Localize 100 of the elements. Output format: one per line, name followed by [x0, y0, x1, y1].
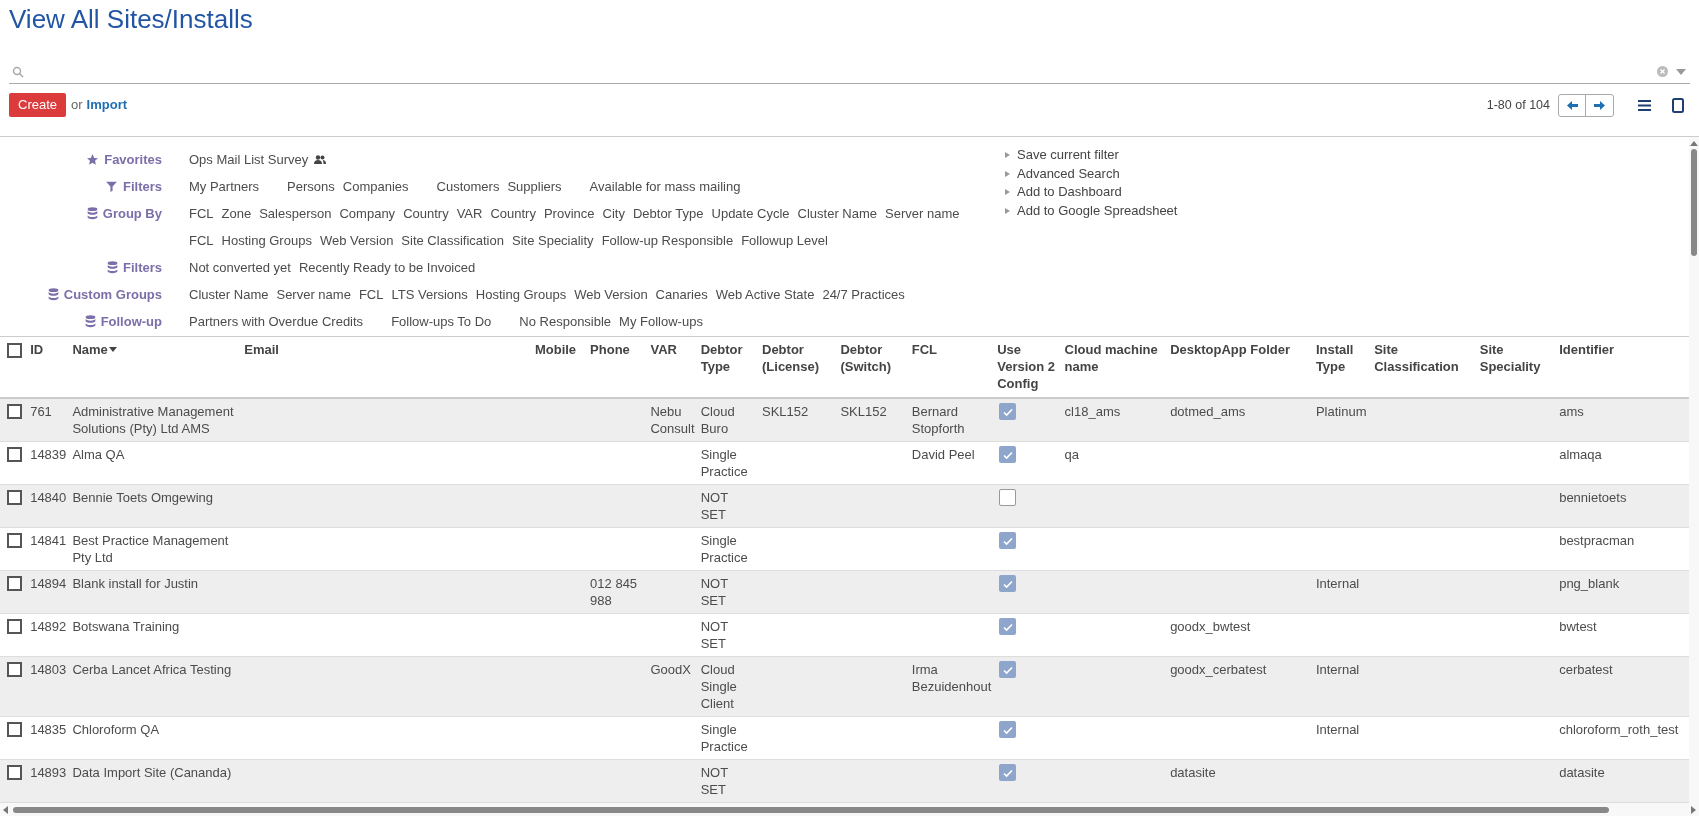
card-view-icon[interactable] — [1672, 97, 1684, 113]
column-header[interactable]: Debtor Type — [700, 341, 758, 375]
filter-option[interactable]: Cluster Name — [189, 281, 269, 308]
row-checkbox[interactable] — [7, 404, 22, 419]
filter-option[interactable]: Country — [490, 200, 536, 227]
filter-option[interactable]: Web Version — [574, 281, 648, 308]
config-checkbox[interactable] — [999, 446, 1017, 463]
filter-option[interactable]: FCL — [189, 227, 214, 254]
column-header[interactable]: Site Classification — [1374, 341, 1476, 375]
filter-option[interactable]: Debtor Type — [632, 200, 704, 227]
filter-option[interactable]: Hosting Groups — [475, 281, 567, 308]
table-cell-text: goodx_bwtest — [1170, 618, 1252, 635]
filter-option[interactable]: Server name — [276, 281, 351, 308]
list-view-icon[interactable] — [1638, 99, 1651, 111]
filter-action-link[interactable]: Save current filter — [1017, 146, 1119, 165]
row-checkbox[interactable] — [7, 576, 22, 591]
column-header[interactable]: Cloud machine name — [1064, 341, 1167, 375]
column-header[interactable]: Debtor (License) — [762, 341, 837, 375]
scroll-left-icon[interactable] — [3, 805, 8, 814]
config-checkbox[interactable] — [999, 575, 1017, 592]
column-header[interactable]: Identifier — [1559, 341, 1686, 358]
table-cell: 14839 — [30, 446, 65, 463]
filter-action-link[interactable]: Add to Dashboard — [1017, 183, 1122, 202]
filter-option[interactable]: Hosting Groups — [221, 227, 312, 254]
column-header[interactable]: Name — [72, 341, 108, 358]
row-checkbox[interactable] — [7, 662, 22, 677]
filter-option[interactable]: VAR — [456, 200, 483, 227]
filter-option[interactable]: Follow-up Responsible — [601, 227, 734, 254]
filter-option[interactable]: No Responsible — [519, 308, 612, 335]
filter-option[interactable]: Available for mass mailing — [589, 173, 741, 200]
filter-option[interactable]: Partners with Overdue Credits — [189, 308, 364, 335]
row-checkbox[interactable] — [7, 619, 22, 634]
filter-option[interactable]: FCL — [358, 281, 384, 308]
table-cell-text: Bennie Toets Omgewing — [72, 489, 215, 506]
filter-option[interactable]: Province — [543, 200, 595, 227]
filter-option[interactable]: Persons — [287, 173, 335, 200]
column-header[interactable]: DesktopApp Folder — [1170, 341, 1312, 358]
column-header[interactable]: FCL — [911, 341, 994, 358]
column-header[interactable]: Site Speciality — [1479, 341, 1556, 375]
row-checkbox[interactable] — [7, 722, 22, 737]
filter-option[interactable]: Web Active State — [715, 281, 815, 308]
filter-option[interactable]: Followup Level — [741, 227, 828, 254]
vertical-scrollbar[interactable] — [1689, 137, 1699, 803]
filter-option[interactable]: My Follow-ups — [619, 308, 703, 335]
config-checkbox[interactable] — [999, 618, 1017, 635]
filter-option[interactable]: Server name — [885, 200, 960, 227]
filter-option[interactable]: Recently Ready to be Invoiced — [298, 254, 476, 281]
row-checkbox[interactable] — [7, 447, 22, 462]
column-header[interactable]: Mobile — [510, 341, 587, 358]
filter-option[interactable]: Cluster Name — [797, 200, 878, 227]
import-link[interactable]: Import — [86, 95, 128, 115]
filter-option[interactable]: Company — [339, 200, 396, 227]
filter-option[interactable]: FCL — [189, 200, 214, 227]
row-checkbox[interactable] — [7, 490, 22, 505]
row-checkbox[interactable] — [7, 765, 22, 780]
select-all-checkbox[interactable] — [7, 343, 22, 358]
filter-option[interactable]: Web Version — [319, 227, 394, 254]
filter-option[interactable]: 24/7 Practices — [822, 281, 905, 308]
scroll-up-icon[interactable] — [1690, 141, 1698, 146]
column-header[interactable]: Phone — [590, 341, 647, 358]
column-header[interactable]: VAR — [650, 341, 697, 358]
filter-option[interactable]: My Partners — [189, 173, 260, 200]
filter-action-link[interactable]: Add to Google Spreadsheet — [1017, 201, 1178, 220]
caret-icon[interactable] — [1676, 68, 1686, 75]
filter-option[interactable]: Suppliers — [507, 173, 562, 200]
filter-action-link[interactable]: Advanced Search — [1017, 164, 1120, 183]
filter-option[interactable]: City — [602, 200, 625, 227]
table-cell-text: Internal — [1315, 721, 1361, 738]
config-checkbox[interactable] — [999, 489, 1017, 506]
config-checkbox[interactable] — [999, 532, 1017, 549]
scroll-right-icon[interactable] — [1691, 805, 1696, 814]
column-header[interactable]: Debtor (Switch) — [840, 341, 908, 375]
filter-option[interactable]: Salesperson — [259, 200, 332, 227]
filter-option[interactable]: Companies — [342, 173, 409, 200]
filter-option[interactable]: Ops Mail List Survey — [189, 146, 309, 173]
table-cell-text: Cloud Buro — [700, 403, 736, 437]
config-checkbox[interactable] — [999, 661, 1017, 678]
filter-option[interactable]: LTS Versions — [391, 281, 468, 308]
horizontal-scrollbar[interactable] — [0, 803, 1699, 816]
filter-option[interactable]: Site Speciality — [511, 227, 594, 254]
filter-option[interactable]: Follow-ups To Do — [391, 308, 492, 335]
column-header[interactable]: Install Type — [1315, 341, 1371, 375]
column-header[interactable]: Email — [244, 341, 507, 358]
filter-option[interactable]: Zone — [221, 200, 252, 227]
table-cell-text: qa — [1064, 446, 1081, 463]
filter-option[interactable]: Site Classification — [401, 227, 504, 254]
filter-option[interactable]: Not converted yet — [189, 254, 291, 281]
filter-option[interactable]: Update Cycle — [711, 200, 790, 227]
config-checkbox[interactable] — [999, 721, 1017, 738]
filter-option[interactable]: Canaries — [655, 281, 708, 308]
column-header[interactable]: ID — [30, 341, 69, 358]
arrow-left-icon — [1566, 100, 1578, 110]
config-checkbox[interactable] — [999, 403, 1017, 420]
create-button[interactable]: Create — [9, 93, 67, 117]
filter-option[interactable]: Customers — [436, 173, 500, 200]
row-checkbox[interactable] — [7, 533, 22, 548]
filter-option[interactable]: Country — [403, 200, 449, 227]
config-checkbox[interactable] — [999, 764, 1017, 781]
column-header[interactable]: Use Version 2 Config — [997, 341, 1061, 392]
table-cell-text: Botswana Training — [72, 618, 181, 635]
